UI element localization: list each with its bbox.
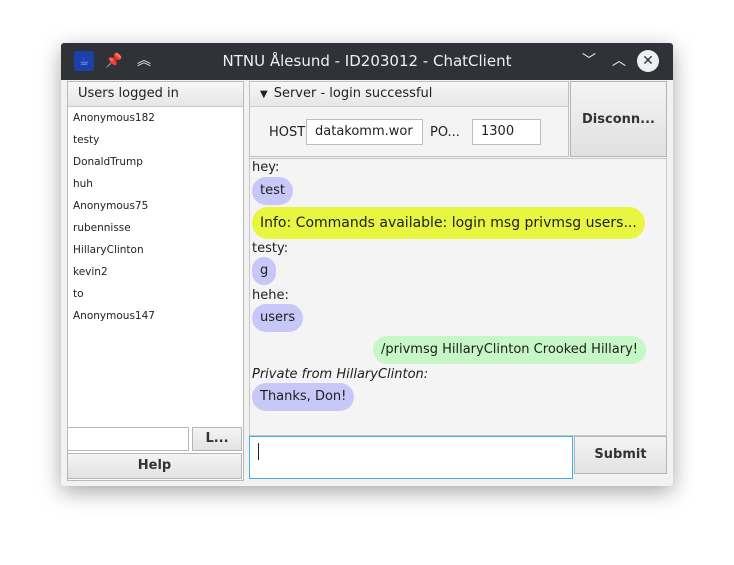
- collapse-arrow-icon[interactable]: ▼: [260, 89, 268, 100]
- own-message-bubble: /privmsg HillaryClinton Crooked Hillary!: [373, 336, 646, 364]
- host-input[interactable]: datakomm.wor: [306, 119, 423, 145]
- message-bubble: g: [252, 257, 277, 285]
- user-item[interactable]: huh: [68, 173, 243, 195]
- text-caret: [258, 443, 259, 460]
- message-bubble: Thanks, Don!: [252, 383, 355, 411]
- user-item[interactable]: HillaryClinton: [68, 239, 243, 261]
- users-header: Users logged in: [68, 82, 243, 107]
- submit-button[interactable]: Submit: [574, 436, 667, 474]
- disconnect-button[interactable]: Disconn...: [570, 81, 667, 157]
- user-item[interactable]: DonaldTrump: [68, 151, 243, 173]
- user-item[interactable]: kevin2: [68, 261, 243, 283]
- message-input[interactable]: [249, 436, 573, 479]
- close-icon[interactable]: ✕: [637, 50, 659, 72]
- minimize-icon[interactable]: ﹀: [580, 52, 598, 70]
- server-status: Server - login successful: [273, 86, 433, 101]
- info-bubble: Info: Commands available: login msg priv…: [252, 207, 645, 239]
- message-sender: hey:: [252, 160, 280, 175]
- port-label: PO...: [430, 125, 460, 140]
- user-item[interactable]: testy: [68, 129, 243, 151]
- maximize-icon[interactable]: ︿: [610, 52, 628, 70]
- help-button[interactable]: Help: [67, 453, 242, 479]
- user-list: Anonymous182 testy DonaldTrump huh Anony…: [68, 107, 243, 327]
- message-bubble: users: [252, 304, 304, 332]
- host-label: HOST: [269, 125, 306, 140]
- users-panel: Users logged in Anonymous182 testy Donal…: [67, 81, 244, 481]
- message-sender: hehe:: [252, 288, 289, 303]
- server-section: ▼ Server - login successful HOST datakomm…: [249, 81, 569, 157]
- message-sender: testy:: [252, 241, 289, 256]
- private-message-sender: Private from HillaryClinton:: [252, 367, 429, 382]
- user-item[interactable]: Anonymous75: [68, 195, 243, 217]
- port-input[interactable]: 1300: [472, 119, 541, 145]
- user-item[interactable]: to: [68, 283, 243, 305]
- title-bar[interactable]: ☕ 📌 ︽ NTNU Ålesund - ID203012 - ChatClie…: [61, 43, 673, 80]
- chat-client-window: ☕ 📌 ︽ NTNU Ålesund - ID203012 - ChatClie…: [61, 43, 673, 486]
- server-header[interactable]: ▼ Server - login successful: [250, 82, 568, 107]
- user-item[interactable]: Anonymous147: [68, 305, 243, 327]
- user-item[interactable]: rubennisse: [68, 217, 243, 239]
- chat-messages: hey: test Info: Commands available: logi…: [249, 158, 667, 436]
- message-bubble: test: [252, 177, 293, 205]
- user-item[interactable]: Anonymous182: [68, 107, 243, 129]
- user-search-input[interactable]: [67, 427, 189, 451]
- l-button[interactable]: L...: [192, 427, 242, 451]
